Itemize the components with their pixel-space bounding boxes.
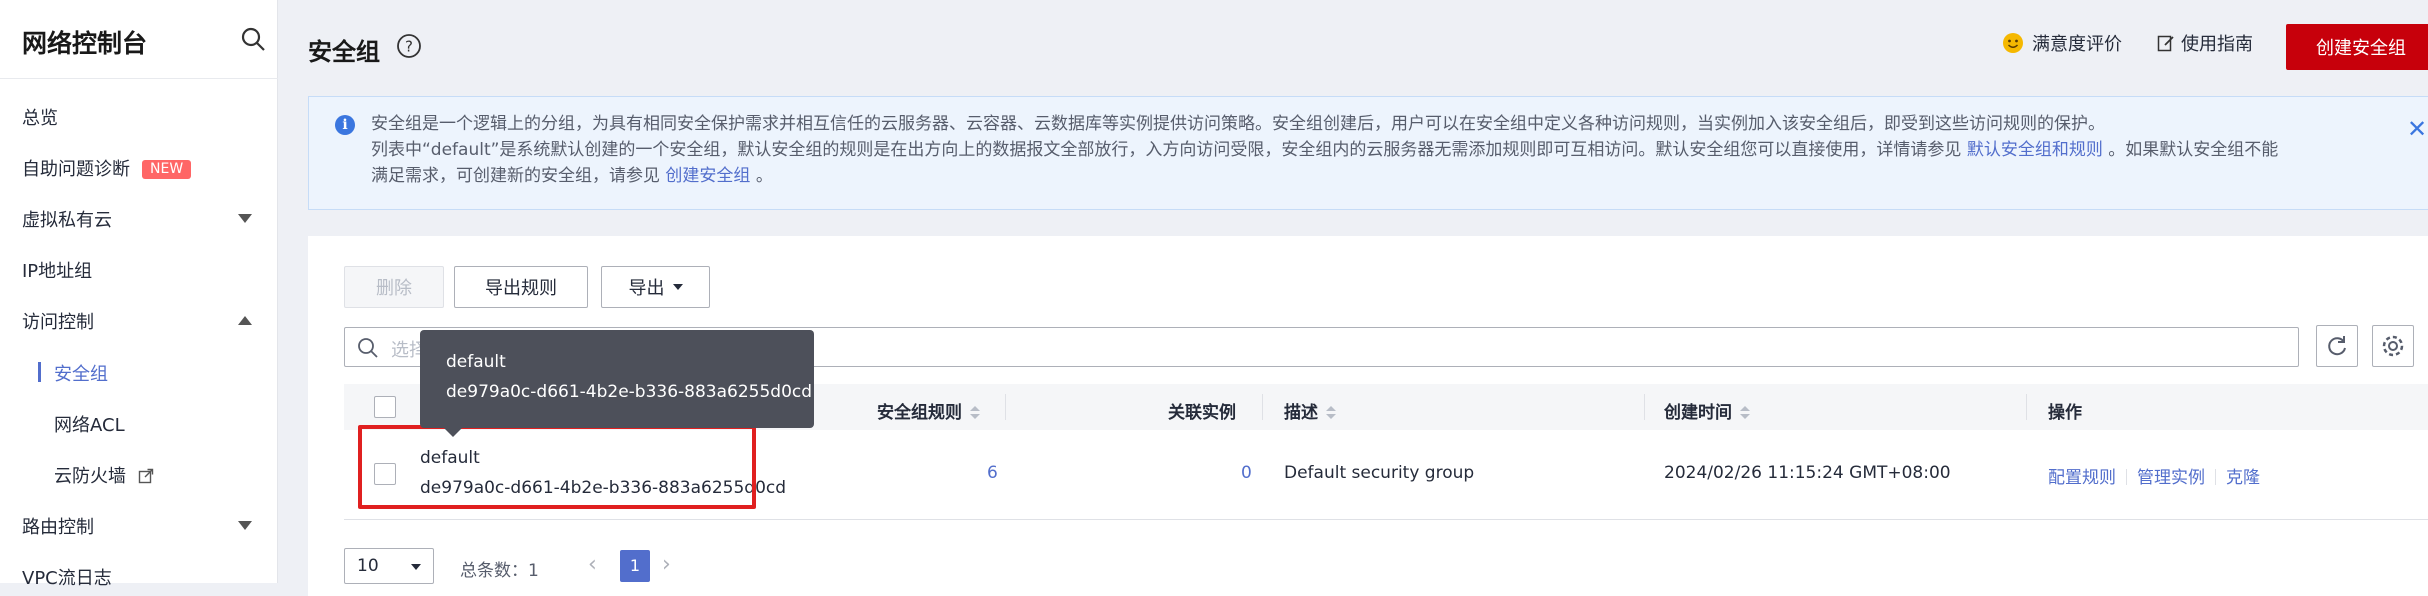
configure-rules-link[interactable]: 配置规则 <box>2048 468 2116 488</box>
sidebar-item-network-acl[interactable]: 网络ACL <box>54 411 125 437</box>
header-created[interactable]: 创建时间 <box>1664 398 1750 423</box>
help-icon[interactable]: ? <box>396 33 422 59</box>
caret-down-icon <box>411 564 421 570</box>
chevron-down-icon[interactable] <box>238 214 252 223</box>
active-indicator <box>38 362 41 382</box>
sidebar-item-vpc-flow-log[interactable]: VPC流日志 <box>22 564 112 590</box>
sidebar-item-cloud-firewall[interactable]: 云防火墙 <box>54 462 154 488</box>
sidebar-item-overview[interactable]: 总览 <box>22 104 58 130</box>
satisfaction-label: 满意度评价 <box>2032 34 2122 55</box>
chevron-up-icon[interactable] <box>238 316 252 325</box>
refresh-button[interactable] <box>2316 325 2358 367</box>
sort-icon[interactable] <box>1740 406 1750 420</box>
prev-page-icon[interactable]: ‹ <box>588 552 597 577</box>
sidebar-item-ip-group[interactable]: IP地址组 <box>22 257 92 283</box>
caret-down-icon <box>672 284 683 290</box>
header-ops: 操作 <box>2048 403 2082 423</box>
row-actions: 配置规则 管理实例 克隆 <box>2048 463 2260 488</box>
total-count: 总条数：1 <box>460 561 539 581</box>
svg-text:?: ? <box>405 38 413 56</box>
header-desc[interactable]: 描述 <box>1284 398 1336 423</box>
create-sg-link[interactable]: 创建安全组 <box>665 166 750 186</box>
sidebar-item-security-group[interactable]: 安全组 <box>54 360 108 386</box>
search-icon <box>358 338 378 358</box>
manage-instances-link[interactable]: 管理实例 <box>2137 468 2205 488</box>
sidebar-item-vpc[interactable]: 虚拟私有云 <box>22 206 112 232</box>
created-time: 2024/02/26 11:15:24 GMT+08:00 <box>1664 463 1951 483</box>
instances-count-link[interactable]: 0 <box>1241 463 1252 483</box>
page-title: 安全组 <box>308 38 380 66</box>
tooltip-arrow <box>444 428 462 437</box>
sidebar-item-access-control[interactable]: 访问控制 <box>22 308 94 334</box>
info-icon: i <box>335 115 355 135</box>
refresh-icon <box>2328 336 2346 356</box>
header-instances: 关联实例 <box>1168 403 1236 423</box>
tooltip-id: de979a0c-d661-4b2e-b336-883a6255d0cd <box>446 382 813 402</box>
export-dropdown-button[interactable]: 导出 <box>601 266 710 308</box>
notice-line-3: 满足需求，可创建新的安全组，请参见 创建安全组 。 <box>371 166 773 186</box>
search-icon[interactable] <box>240 26 268 54</box>
sort-icon[interactable] <box>970 406 980 420</box>
select-all-checkbox[interactable] <box>374 396 396 418</box>
edit-doc-icon <box>2157 35 2174 52</box>
page-size-select[interactable]: 10 <box>344 548 434 584</box>
satisfaction-link[interactable]: 满意度评价 <box>2002 30 2122 56</box>
create-security-group-button[interactable]: 创建安全组 <box>2286 24 2428 70</box>
new-badge: NEW <box>142 160 192 179</box>
close-icon[interactable]: ✕ <box>2407 115 2427 143</box>
next-page-icon[interactable]: › <box>662 552 671 577</box>
smile-icon <box>2003 33 2023 53</box>
default-sg-rules-link[interactable]: 默认安全组和规则 <box>1967 140 2103 160</box>
chevron-down-icon[interactable] <box>238 521 252 530</box>
guide-link[interactable]: 使用指南 <box>2157 30 2253 56</box>
rules-count-link[interactable]: 6 <box>987 463 998 483</box>
notice-line-1: 安全组是一个逻辑上的分组，为具有相同安全保护需求并相互信任的云服务器、云容器、云… <box>371 114 2105 134</box>
settings-button[interactable] <box>2372 325 2414 367</box>
sidebar-item-route-control[interactable]: 路由控制 <box>22 513 94 539</box>
clone-link[interactable]: 克隆 <box>2226 468 2260 488</box>
console-title: 网络控制台 <box>22 29 148 58</box>
delete-button[interactable]: 删除 <box>344 266 444 308</box>
tooltip-name: default <box>446 352 506 372</box>
guide-label: 使用指南 <box>2181 34 2253 55</box>
page-number-current[interactable]: 1 <box>620 550 650 582</box>
header-rules[interactable]: 安全组规则 <box>877 398 980 423</box>
gear-icon <box>2382 335 2404 357</box>
sidebar: 网络控制台 总览 自助问题诊断 NEW 虚拟私有云 IP地址组 访问控制 安全组 … <box>0 0 278 589</box>
description: Default security group <box>1284 463 1475 483</box>
export-rules-button[interactable]: 导出规则 <box>454 266 588 308</box>
tooltip: default de979a0c-d661-4b2e-b336-883a6255… <box>420 330 814 428</box>
sidebar-item-self-diagnosis[interactable]: 自助问题诊断 NEW <box>22 155 192 181</box>
sort-icon[interactable] <box>1326 406 1336 420</box>
divider <box>0 78 278 79</box>
notice-line-2: 列表中“default”是系统默认创建的一个安全组，默认安全组的规则是在出方向上… <box>371 140 2279 160</box>
info-notice: i 安全组是一个逻辑上的分组，为具有相同安全保护需求并相互信任的云服务器、云容器… <box>308 96 2428 210</box>
highlight-box <box>358 425 756 509</box>
external-link-icon <box>138 468 153 484</box>
